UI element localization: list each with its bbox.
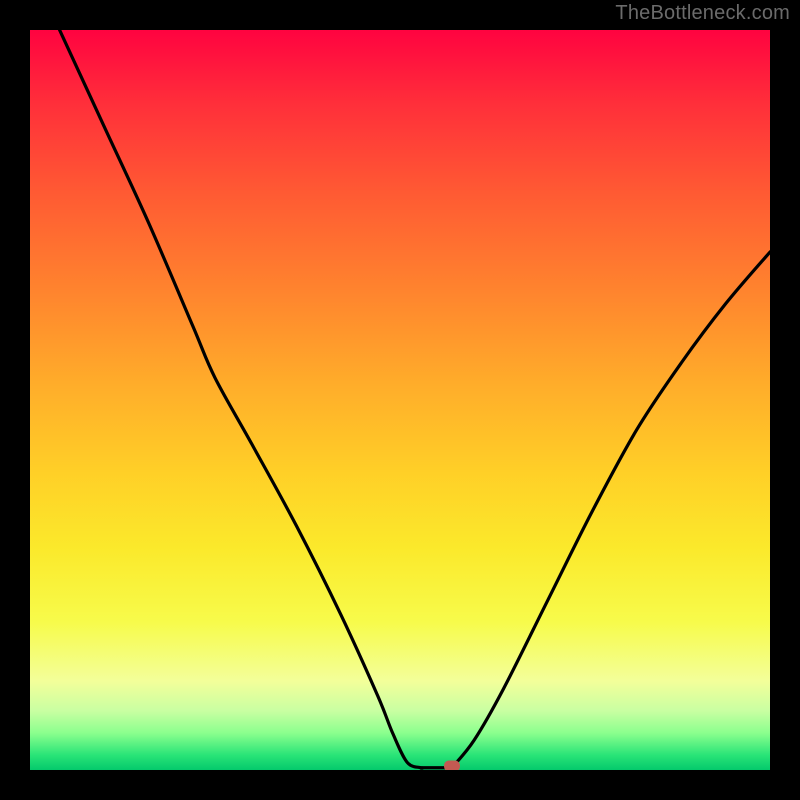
plot-area xyxy=(30,30,770,770)
optimal-point-marker xyxy=(444,760,460,770)
chart-frame: TheBottleneck.com xyxy=(0,0,800,800)
watermark-text: TheBottleneck.com xyxy=(615,2,790,25)
bottleneck-curve xyxy=(60,30,770,770)
curve-svg xyxy=(30,30,770,770)
